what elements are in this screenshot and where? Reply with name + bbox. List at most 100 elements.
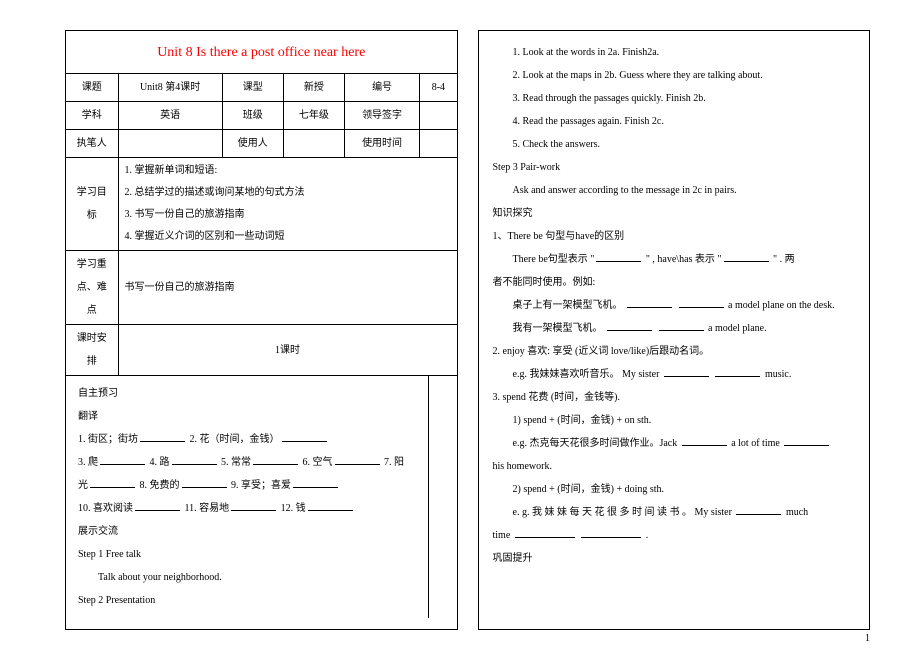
step: Step 1 Free talk	[78, 543, 416, 566]
text: 6. 空气	[303, 457, 333, 468]
cell: 领导签字	[344, 102, 419, 130]
cell: Unit8 第4课时	[118, 74, 222, 102]
text: " , have\has 表示 "	[646, 254, 722, 265]
text: much	[786, 507, 808, 518]
step-body: Talk about your neighborhood.	[78, 566, 416, 589]
step-body: Ask and answer according to the message …	[493, 179, 856, 202]
heading: 自主预习	[78, 382, 416, 405]
line: time .	[493, 524, 856, 547]
text: .	[646, 530, 649, 541]
text: 2. 花（时间，金钱）	[190, 434, 280, 445]
line: e.g. 杰克每天花很多时间做作业。Jack a lot of time	[493, 432, 856, 455]
item: 3. Read through the passages quickly. Fi…	[493, 87, 856, 110]
blank	[664, 367, 709, 377]
line: e.g. 我妹妹喜欢听音乐。 My sister music.	[493, 363, 856, 386]
item: his homework.	[493, 455, 856, 478]
cell: 执笔人	[66, 130, 118, 158]
item: 1. Look at the words in 2a. Finish2a.	[493, 41, 856, 64]
page-number: 1	[865, 633, 870, 644]
text: 4. 路	[150, 457, 170, 468]
text: 1. 街区；街坊	[78, 434, 138, 445]
blank	[100, 455, 145, 465]
cell: 新授	[283, 74, 344, 102]
text: 光	[78, 480, 88, 491]
goal-item: 2. 总结学过的描述或询问某地的句式方法	[125, 182, 451, 204]
line: e. g. 我 妹 妹 每 天 花 很 多 时 间 读 书 。 My siste…	[493, 501, 856, 524]
pre-study: 自主预习 翻译 1. 街区；街坊 2. 花（时间，金钱） 3. 爬 4. 路 5…	[66, 376, 429, 618]
goal-cell: 1. 掌握新单词和短语: 2. 总结学过的描述或询问某地的句式方法 3. 书写一…	[118, 158, 457, 251]
blank	[135, 501, 180, 511]
blank	[308, 501, 353, 511]
item: 2. enjoy 喜欢: 享受 (近义词 love/like)后跟动名词。	[493, 340, 856, 363]
blank	[682, 436, 727, 446]
cell	[283, 130, 344, 158]
item: 2. Look at the maps in 2b. Guess where t…	[493, 64, 856, 87]
period-label: 课时安排	[66, 325, 118, 376]
text: 7. 阳	[384, 457, 404, 468]
cell: 使用时间	[344, 130, 419, 158]
blank	[172, 455, 217, 465]
text: a lot of time	[731, 438, 780, 449]
item: 1、There be 句型与have的区别	[493, 225, 856, 248]
cell	[118, 130, 222, 158]
goal-item: 3. 书写一份自己的旅游指南	[125, 204, 451, 226]
item: 者不能同时使用。例如:	[493, 271, 856, 294]
text: time	[493, 530, 511, 541]
cell: 8-4	[420, 74, 457, 102]
blank	[784, 436, 829, 446]
item: 1) spend + (时间，金钱) + on sth.	[493, 409, 856, 432]
item: 3. spend 花费 (时间，金钱等).	[493, 386, 856, 409]
blank	[679, 298, 724, 308]
blank	[607, 321, 652, 331]
line: 3. 爬 4. 路 5. 常常 6. 空气 7. 阳	[78, 451, 416, 474]
blank	[515, 528, 575, 538]
unit-title: Unit 8 Is there a post office near here	[66, 31, 457, 73]
text: 12. 钱	[281, 503, 306, 514]
blank	[140, 432, 185, 442]
text: There be句型表示 "	[513, 254, 595, 265]
line: 10. 喜欢阅读 11. 容易地 12. 钱	[78, 497, 416, 520]
cell: 编号	[344, 74, 419, 102]
text: 9. 享受；喜爱	[231, 480, 291, 491]
item: 2) spend + (时间，金钱) + doing sth.	[493, 478, 856, 501]
blank	[282, 432, 327, 442]
text: e.g. 我妹妹喜欢听音乐。 My sister	[513, 369, 660, 380]
cell: 七年级	[283, 102, 344, 130]
heading: 巩固提升	[493, 547, 856, 570]
text: 10. 喜欢阅读	[78, 503, 133, 514]
focus-text: 书写一份自己的旅游指南	[118, 251, 457, 325]
goal-item: 4. 掌握近义介词的区别和一些动词短	[125, 226, 451, 248]
blank	[715, 367, 760, 377]
blank	[724, 252, 769, 262]
focus-label: 学习重点、难点	[66, 251, 118, 325]
step: Step 3 Pair-work	[493, 156, 856, 179]
item: 5. Check the answers.	[493, 133, 856, 156]
line: 1. 街区；街坊 2. 花（时间，金钱）	[78, 428, 416, 451]
text: 我有一架模型飞机。	[513, 323, 603, 334]
heading: 展示交流	[78, 520, 416, 543]
info-table: 课题 Unit8 第4课时 课型 新授 编号 8-4 学科 英语 班级 七年级 …	[66, 73, 457, 376]
cell: 使用人	[222, 130, 283, 158]
right-body: 1. Look at the words in 2a. Finish2a. 2.…	[479, 31, 870, 580]
text: " . 两	[773, 254, 795, 265]
blank	[736, 505, 781, 515]
cell	[420, 102, 457, 130]
blank	[659, 321, 704, 331]
cell: 课型	[222, 74, 283, 102]
goal-label: 学习目标	[66, 158, 118, 251]
cell: 课题	[66, 74, 118, 102]
cell: 班级	[222, 102, 283, 130]
text: 11. 容易地	[185, 503, 230, 514]
text: 3. 爬	[78, 457, 98, 468]
item: 4. Read the passages again. Finish 2c.	[493, 110, 856, 133]
text: 5. 常常	[221, 457, 251, 468]
text: e. g. 我 妹 妹 每 天 花 很 多 时 间 读 书 。 My siste…	[513, 507, 732, 518]
right-column: 1. Look at the words in 2a. Finish2a. 2.…	[478, 30, 871, 630]
period-text: 1课时	[118, 325, 457, 376]
blank	[90, 478, 135, 488]
text: music.	[765, 369, 791, 380]
cell: 英语	[118, 102, 222, 130]
blank	[253, 455, 298, 465]
step: Step 2 Presentation	[78, 589, 416, 612]
left-column: Unit 8 Is there a post office near here …	[65, 30, 458, 630]
